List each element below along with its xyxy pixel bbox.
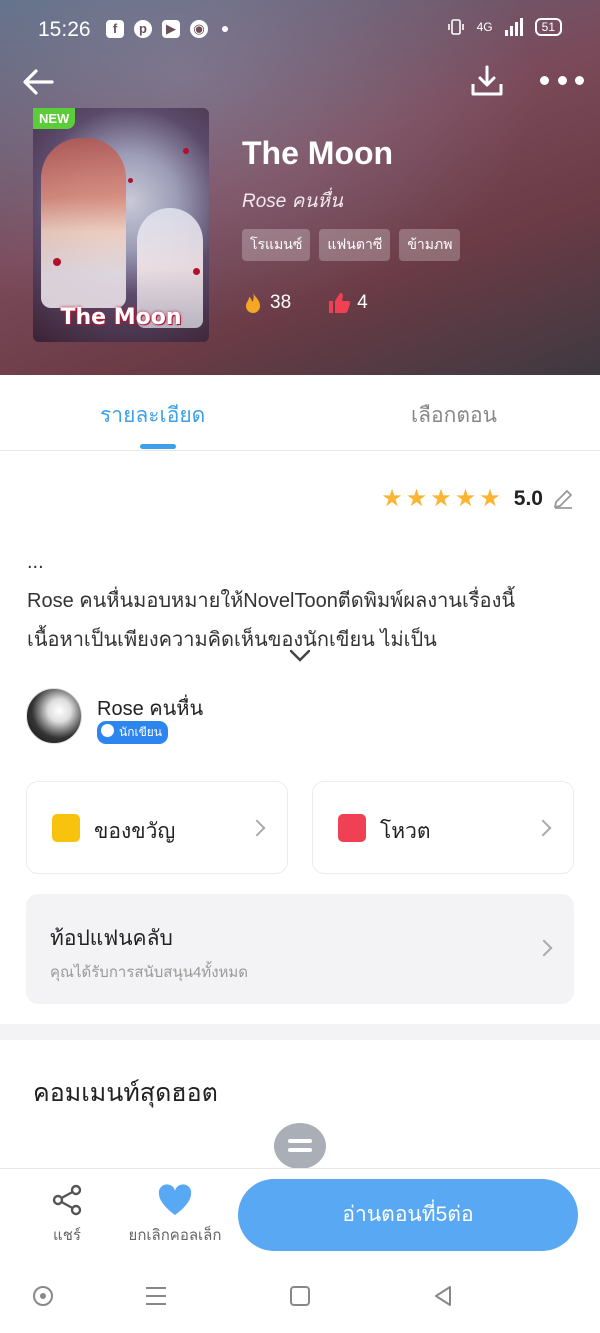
vote-button[interactable]: โหวต: [312, 781, 574, 874]
fire-count: 38: [270, 292, 292, 313]
battery-indicator: 51: [534, 18, 562, 36]
book-author[interactable]: Rose คนหื่น: [242, 186, 343, 216]
home-icon[interactable]: [290, 1286, 310, 1306]
chrome-icon: ◉: [190, 20, 208, 38]
hot-comments-heading: คอมเมนท์สุดฮอต: [33, 1079, 218, 1107]
chevron-right-icon: [534, 819, 552, 837]
writer-badge: นักเขียน: [97, 721, 169, 744]
cover-title-text: The Moon: [60, 305, 182, 330]
pinterest-icon: p: [134, 20, 152, 38]
content-tabs: รายละเอียด เลือกตอน: [0, 375, 600, 451]
vote-ticket-icon: [338, 814, 366, 842]
book-stats: 38 4: [242, 291, 368, 315]
likes-stat: 4: [327, 291, 368, 315]
like-count: 4: [357, 292, 368, 313]
active-tab-indicator: [140, 444, 176, 449]
gift-button[interactable]: ของขวัญ: [26, 781, 288, 874]
facebook-icon: f: [106, 20, 124, 38]
author-name[interactable]: Rose คนหื่น: [97, 692, 203, 724]
top-navigation: [0, 60, 600, 104]
popularity-stat: 38: [242, 291, 291, 315]
genre-tag[interactable]: โรแมนซ์: [242, 229, 311, 261]
star-icon: ★: [479, 485, 501, 512]
system-navigation-bar: [0, 1266, 600, 1333]
more-options-icon[interactable]: [540, 76, 584, 88]
chevron-down-icon[interactable]: [289, 648, 311, 664]
top-fanclub-button[interactable]: ท้อปแฟนคลับ คุณได้รับการสนับสนุน4ทั้งหมด: [26, 894, 574, 1004]
star-icon: ★: [454, 485, 477, 512]
remove-from-collection-button[interactable]: ยกเลิกคอลเล็ก: [120, 1183, 230, 1247]
status-bar: 15:26 f p ▶ ◉ 4G 51: [0, 0, 600, 60]
download-icon[interactable]: [468, 62, 506, 100]
system-back-icon[interactable]: [432, 1285, 454, 1307]
assistant-icon[interactable]: [33, 1286, 53, 1306]
back-arrow-icon[interactable]: [20, 64, 56, 100]
gift-icon: [52, 814, 80, 842]
book-cover: The Moon: [33, 108, 209, 342]
recent-apps-icon[interactable]: [146, 1287, 166, 1305]
rating: ★ ★ ★ ★ ★ 5.0: [381, 487, 574, 511]
genre-tag[interactable]: แฟนตาซี: [319, 229, 391, 261]
star-icon: ★: [405, 485, 428, 512]
youtube-icon: ▶: [162, 20, 180, 38]
notification-icons: f p ▶ ◉: [106, 20, 228, 38]
fanclub-subtitle: คุณได้รับการสนับสนุน4ทั้งหมด: [50, 964, 249, 981]
bottom-action-bar: แชร์ ยกเลิกคอลเล็ก อ่านตอนที่5ต่อ: [0, 1168, 600, 1266]
cover-character-left: [41, 138, 126, 308]
status-time: 15:26: [38, 18, 91, 41]
new-badge: NEW: [33, 108, 76, 129]
comment-bubble-icon[interactable]: [274, 1123, 326, 1169]
book-title: The Moon: [242, 135, 394, 171]
genre-tag[interactable]: ข้ามภพ: [399, 229, 461, 261]
vibrate-icon: [447, 19, 464, 35]
avatar[interactable]: [26, 688, 82, 744]
network-type: 4G: [476, 20, 493, 34]
thumbs-up-icon: [329, 293, 351, 313]
edit-rating-icon[interactable]: [552, 488, 574, 510]
fire-icon: [246, 292, 260, 313]
share-label: แชร์: [53, 1227, 81, 1244]
gift-label: ของขวัญ: [94, 820, 176, 843]
collection-label: ยกเลิกคอลเล็ก: [128, 1227, 222, 1244]
share-button[interactable]: แชร์: [44, 1183, 90, 1247]
share-icon: [52, 1184, 82, 1216]
star-icon: ★: [381, 485, 403, 512]
continue-reading-button[interactable]: อ่านตอนที่5ต่อ: [238, 1179, 578, 1251]
rating-value: 5.0: [513, 487, 543, 510]
status-indicators: 4G 51: [447, 18, 562, 36]
star-icon: ★: [430, 485, 452, 512]
heart-icon: [158, 1184, 192, 1215]
more-notifications-icon: [222, 26, 228, 32]
chevron-right-icon: [248, 819, 266, 837]
chevron-right-icon: [535, 939, 553, 957]
fanclub-title: ท้อปแฟนคลับ: [50, 927, 173, 950]
genre-tags: โรแมนซ์ แฟนตาซี ข้ามภพ: [242, 229, 461, 261]
section-divider: [0, 1024, 600, 1040]
vote-label: โหวต: [380, 820, 431, 843]
signal-icon: [504, 18, 523, 36]
description-ellipsis: ...: [27, 551, 44, 573]
book-description: ... Rose คนหื่นมอบหมายให้NovelToonตีดพิม…: [27, 543, 575, 660]
tab-details[interactable]: รายละเอียด: [100, 399, 205, 432]
tab-episodes[interactable]: เลือกตอน: [411, 399, 497, 432]
